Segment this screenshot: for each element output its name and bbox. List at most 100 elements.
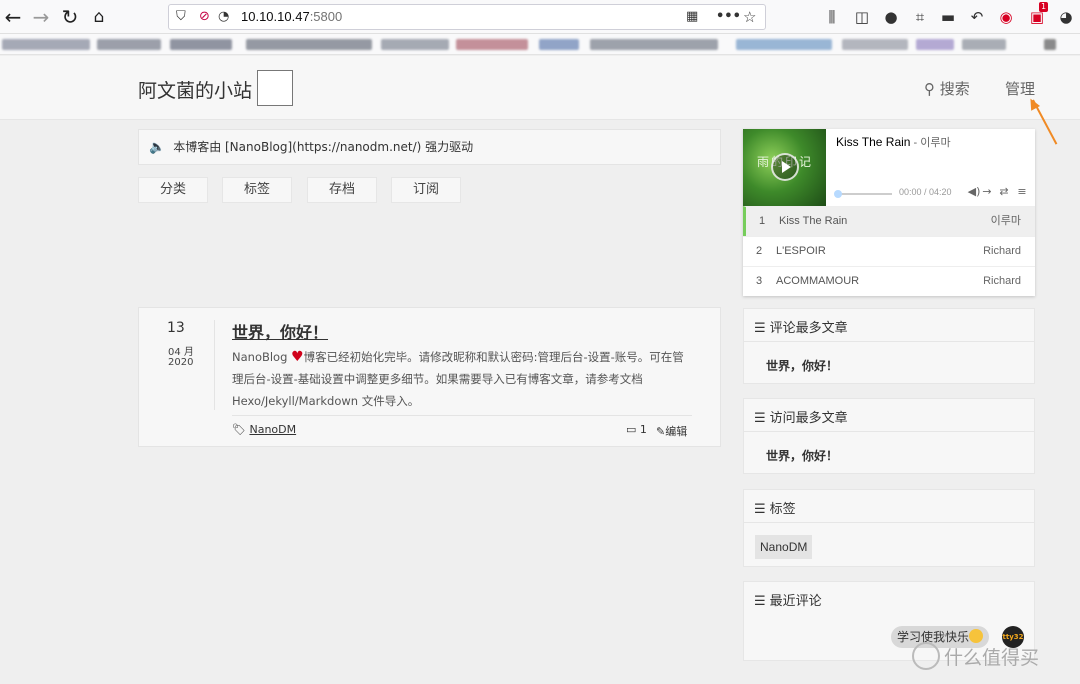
edit-link[interactable]: ✎编辑 xyxy=(656,423,687,439)
progress-knob[interactable] xyxy=(834,190,842,198)
blurred-bookmark[interactable] xyxy=(962,39,1006,50)
insecure-lock-icon[interactable]: ⊘ xyxy=(199,8,210,26)
list-icon: ☰ xyxy=(754,321,766,336)
post-year: 2020 xyxy=(168,357,194,368)
progress-bar[interactable] xyxy=(836,193,892,195)
list-icon: ☰ xyxy=(754,502,766,517)
widget-title: ☰ 访问最多文章 xyxy=(754,411,848,426)
site-logo[interactable] xyxy=(257,70,293,106)
song-title: Kiss The Rain - 이루마 xyxy=(836,135,951,149)
profile-icon[interactable]: ◕ xyxy=(1056,7,1076,27)
blurred-bookmark[interactable] xyxy=(456,39,528,50)
divider xyxy=(744,522,1034,523)
playlist: 1 Kiss The Rain 이루마 2 L'ESPOIR Richard 3… xyxy=(743,206,1035,296)
blurred-bookmark[interactable] xyxy=(97,39,161,50)
blurred-bookmark[interactable] xyxy=(1044,39,1056,50)
music-player: 雨的印记 Kiss The Rain - 이루마 00:00 / 04:20 ◀… xyxy=(743,129,1035,296)
post-tag[interactable]: 🏷 NanoDM xyxy=(232,423,296,436)
heart-icon: ♥ xyxy=(291,349,304,365)
comment-icon: ▭ xyxy=(626,423,637,436)
tag-chip[interactable]: NanoDM xyxy=(755,535,813,559)
category-button[interactable]: 分类 xyxy=(138,177,208,203)
bookmarks-bar xyxy=(0,34,1080,55)
widget-title: ☰ 最近评论 xyxy=(754,594,822,609)
blurred-bookmark[interactable] xyxy=(842,39,908,50)
blurred-bookmark[interactable] xyxy=(590,39,718,50)
playlist-track[interactable]: 3 ACOMMAMOUR Richard xyxy=(743,266,1035,296)
chat-bubble-icon[interactable]: ▬ xyxy=(938,7,958,27)
site-header: 阿文菌的小站 ⚲ 搜索 管理 xyxy=(0,56,1080,120)
divider xyxy=(744,431,1034,432)
notice-text: 本博客由 [NanoBlog](https://nanodm.net/) 强力驱… xyxy=(173,140,474,154)
widget-most-commented: ☰ 评论最多文章 世界，你好！ xyxy=(743,308,1035,384)
smile-emoji-icon xyxy=(969,629,984,643)
widget-title: ☰ 评论最多文章 xyxy=(754,321,848,336)
bookmark-star-icon[interactable]: ☆ xyxy=(743,8,756,26)
library-icon[interactable]: ⫼ xyxy=(822,7,842,27)
list-icon: ☰ xyxy=(754,594,766,609)
autoplay-blocked-icon[interactable]: ◔ xyxy=(218,8,229,26)
player-time: 00:00 / 04:20 xyxy=(899,187,952,197)
arrow-right-icon[interactable]: → xyxy=(28,4,54,30)
widget-tags: ☰ 标签 NanoDM xyxy=(743,489,1035,567)
blurred-bookmark[interactable] xyxy=(2,39,90,50)
play-icon[interactable] xyxy=(771,153,799,181)
widget-most-visited: ☰ 访问最多文章 世界，你好！ xyxy=(743,398,1035,474)
extension-badge: 1 xyxy=(1039,2,1049,12)
watermark-logo-icon xyxy=(912,642,940,670)
account-icon[interactable]: ● xyxy=(881,7,901,27)
reload-icon[interactable]: ↻ xyxy=(57,4,83,30)
playlist-track[interactable]: 2 L'ESPOIR Richard xyxy=(743,236,1035,266)
shield-icon[interactable]: ⛉ xyxy=(176,8,186,26)
list-icon: ☰ xyxy=(754,411,766,426)
browser-toolbar: ← → ↻ ⌂ ⛉ ⊘ ◔ 10.10.10.47:5800 ▦ ••• ☆ ⫼… xyxy=(0,0,1080,34)
more-icon[interactable]: ••• xyxy=(716,8,741,26)
loop-icon[interactable]: ⇄ xyxy=(997,185,1011,198)
album-cover[interactable]: 雨的印记 xyxy=(743,129,826,206)
post-comments[interactable]: ▭ 1 xyxy=(626,423,647,436)
search-link[interactable]: ⚲ 搜索 xyxy=(924,78,970,99)
url-bar[interactable]: ⛉ ⊘ ◔ 10.10.10.47:5800 ▦ ••• ☆ xyxy=(168,4,766,30)
blurred-bookmark[interactable] xyxy=(736,39,832,50)
qr-code-icon[interactable]: ▦ xyxy=(686,8,698,26)
speaker-icon: 🔈 xyxy=(149,140,166,155)
order-icon[interactable]: → xyxy=(980,185,994,198)
post-day: 13 xyxy=(167,320,185,336)
home-icon[interactable]: ⌂ xyxy=(86,4,112,30)
post-excerpt: NanoBlog ♥博客已经初始化完毕。请修改昵称和默认密码:管理后台-设置-账… xyxy=(232,349,684,408)
blurred-bookmark[interactable] xyxy=(539,39,579,50)
notice-bar: 🔈 本博客由 [NanoBlog](https://nanodm.net/) 强力… xyxy=(138,129,721,165)
volume-icon[interactable]: ◀) xyxy=(967,185,981,198)
widget-title: ☰ 标签 xyxy=(754,502,796,517)
tag-icon: 🏷 xyxy=(232,423,246,436)
undo-icon[interactable]: ↶ xyxy=(967,7,987,27)
post-title[interactable]: 世界，你好！ xyxy=(232,319,328,343)
playlist-track[interactable]: 1 Kiss The Rain 이루마 xyxy=(743,206,1035,236)
widget-post-link[interactable]: 世界，你好！ xyxy=(766,447,838,464)
pencil-icon: ✎ xyxy=(656,425,666,438)
blurred-bookmark[interactable] xyxy=(381,39,449,50)
post-month: 04 月 xyxy=(168,347,194,358)
divider xyxy=(744,341,1034,342)
admin-link[interactable]: 管理 xyxy=(1005,78,1035,99)
widget-post-link[interactable]: 世界，你好！ xyxy=(766,357,838,374)
extension-icon[interactable]: ◉ xyxy=(996,7,1016,27)
archive-button[interactable]: 存档 xyxy=(307,177,377,203)
search-label: 搜索 xyxy=(939,80,970,98)
search-icon: ⚲ xyxy=(924,80,935,98)
tags-button[interactable]: 标签 xyxy=(222,177,292,203)
divider xyxy=(214,320,215,410)
arrow-left-icon[interactable]: ← xyxy=(0,4,26,30)
url-text[interactable]: 10.10.10.47:5800 xyxy=(241,9,342,24)
post-card: 13 04 月 2020 世界，你好！ NanoBlog ♥博客已经初始化完毕。… xyxy=(138,307,721,447)
site-title[interactable]: 阿文菌的小站 xyxy=(138,76,252,103)
sidebar-icon[interactable]: ◫ xyxy=(852,7,872,27)
blurred-bookmark[interactable] xyxy=(246,39,372,50)
blurred-bookmark[interactable] xyxy=(916,39,954,50)
crop-icon[interactable]: ⌗ xyxy=(910,7,930,27)
watermark: 什么值得买 xyxy=(912,642,1039,670)
divider xyxy=(232,415,692,416)
playlist-menu-icon[interactable]: ≡ xyxy=(1015,185,1029,198)
subscribe-button[interactable]: 订阅 xyxy=(391,177,461,203)
blurred-bookmark[interactable] xyxy=(170,39,232,50)
